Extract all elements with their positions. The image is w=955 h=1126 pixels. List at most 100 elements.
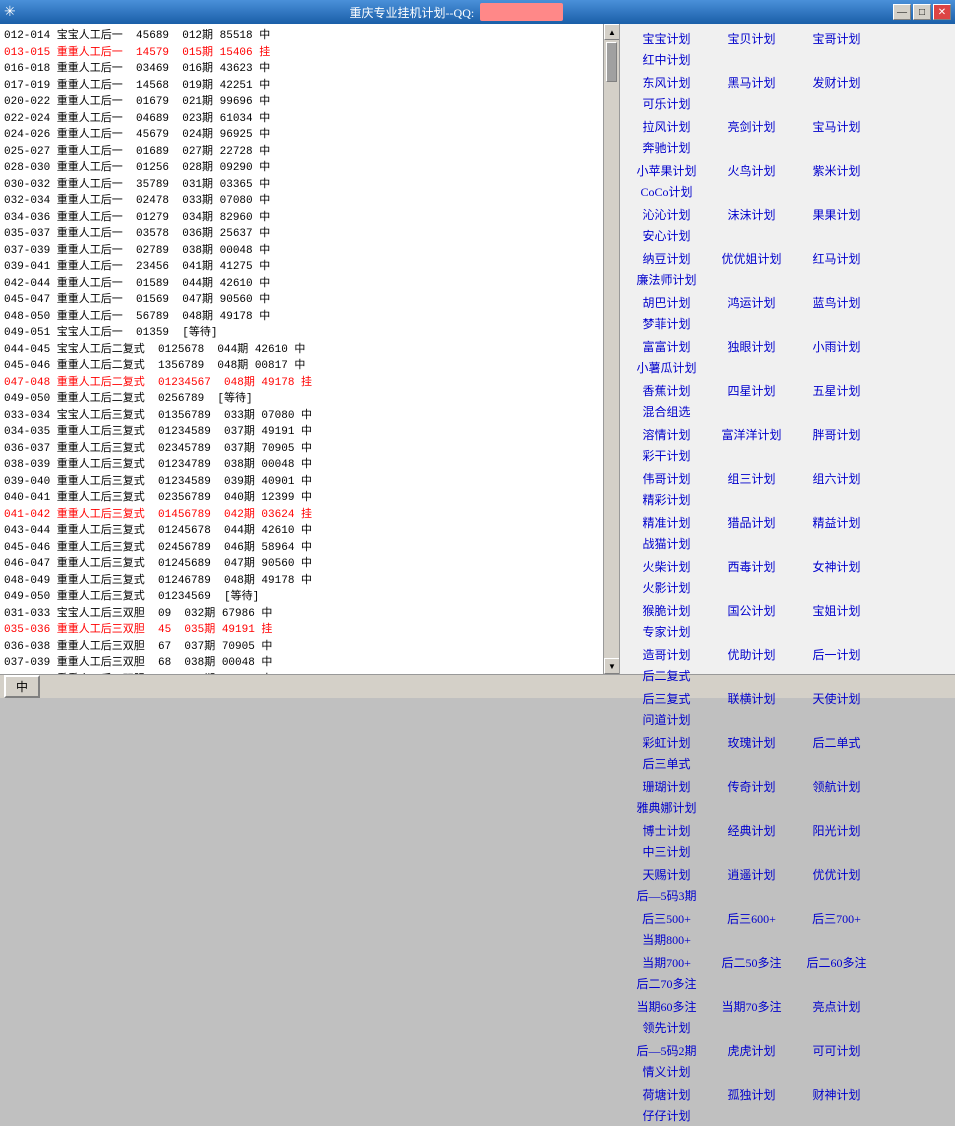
plan-link[interactable]: 富富计划 [624, 336, 709, 357]
plan-link[interactable]: 后三复式 [624, 688, 709, 709]
plan-link[interactable]: 组三计划 [709, 468, 794, 489]
close-button[interactable]: ✕ [933, 4, 951, 20]
plan-link[interactable]: 拉风计划 [624, 116, 709, 137]
plan-link[interactable]: 西毒计划 [709, 556, 794, 577]
plan-link[interactable]: 小雨计划 [794, 336, 879, 357]
plan-link[interactable]: 东风计划 [624, 72, 709, 93]
plan-link[interactable]: 红马计划 [794, 248, 879, 269]
plan-link[interactable]: 阳光计划 [794, 820, 879, 841]
scroll-content[interactable]: 012-014 宝宝人工后一 45689 012期 85518 中013-015… [0, 24, 603, 674]
plan-link[interactable]: 当期60多注 [624, 996, 709, 1017]
plan-link[interactable]: 后—5码2期 [624, 1040, 709, 1061]
plan-link[interactable]: 后二70多注 [624, 973, 709, 994]
plan-link[interactable]: 富洋洋计划 [709, 424, 794, 445]
plan-link[interactable]: 虎虎计划 [709, 1040, 794, 1061]
plan-link[interactable]: 沫沫计划 [709, 204, 794, 225]
plan-link[interactable]: 问道计划 [624, 709, 709, 730]
plan-link[interactable]: 优优姐计划 [709, 248, 794, 269]
plan-link[interactable]: 五星计划 [794, 380, 879, 401]
plan-link[interactable]: 纳豆计划 [624, 248, 709, 269]
plan-link[interactable]: 后—5码3期 [624, 885, 709, 906]
plan-link[interactable]: 优助计划 [709, 644, 794, 665]
plan-link[interactable]: 优优计划 [794, 864, 879, 885]
plan-link[interactable]: 紫米计划 [794, 160, 879, 181]
plan-link[interactable]: 宝马计划 [794, 116, 879, 137]
scrollbar-thumb[interactable] [606, 42, 617, 82]
plan-link[interactable]: 黑马计划 [709, 72, 794, 93]
plan-link[interactable]: 宝姐计划 [794, 600, 879, 621]
plan-link[interactable]: 专家计划 [624, 621, 709, 642]
plan-link[interactable]: 逍遥计划 [709, 864, 794, 885]
plan-link[interactable]: 猎品计划 [709, 512, 794, 533]
plan-link[interactable]: 领航计划 [794, 776, 879, 797]
plan-link[interactable]: 后三600+ [709, 908, 794, 929]
plan-link[interactable]: 后一计划 [794, 644, 879, 665]
plan-link[interactable]: 玫瑰计划 [709, 732, 794, 753]
maximize-button[interactable]: □ [913, 4, 931, 20]
plan-link[interactable]: 廉法师计划 [624, 269, 709, 290]
plan-link[interactable]: 宝宝计划 [624, 28, 709, 49]
plan-link[interactable]: 后二50多注 [709, 952, 794, 973]
plan-link[interactable]: 后二60多注 [794, 952, 879, 973]
plan-link[interactable]: 经典计划 [709, 820, 794, 841]
plan-link[interactable]: 精彩计划 [624, 489, 709, 510]
plan-link[interactable]: 猴脆计划 [624, 600, 709, 621]
plan-link[interactable]: 亮剑计划 [709, 116, 794, 137]
plan-link[interactable]: 当期800+ [624, 929, 709, 950]
plan-link[interactable]: 果果计划 [794, 204, 879, 225]
plan-link[interactable]: 奔驰计划 [624, 137, 709, 158]
plan-link[interactable]: 彩虹计划 [624, 732, 709, 753]
plan-link[interactable]: 珊瑚计划 [624, 776, 709, 797]
plan-link[interactable]: 伟哥计划 [624, 468, 709, 489]
plan-link[interactable]: 联横计划 [709, 688, 794, 709]
plan-link[interactable]: 小苹果计划 [624, 160, 709, 181]
plan-link[interactable]: 梦菲计划 [624, 313, 709, 334]
plan-link[interactable]: 女神计划 [794, 556, 879, 577]
plan-link[interactable]: 天赐计划 [624, 864, 709, 885]
plan-link[interactable]: 香蕉计划 [624, 380, 709, 401]
plan-link[interactable]: 情义计划 [624, 1061, 709, 1082]
plan-link[interactable]: 精准计划 [624, 512, 709, 533]
plan-link[interactable]: 后三500+ [624, 908, 709, 929]
plan-link[interactable]: 孤独计划 [709, 1084, 794, 1105]
plan-link[interactable]: 发财计划 [794, 72, 879, 93]
plan-link[interactable]: 财神计划 [794, 1084, 879, 1105]
plan-link[interactable]: 领先计划 [624, 1017, 709, 1038]
plan-link[interactable]: 国公计划 [709, 600, 794, 621]
plan-link[interactable]: 溶情计划 [624, 424, 709, 445]
plan-link[interactable]: 彩干计划 [624, 445, 709, 466]
plan-link[interactable]: 战猫计划 [624, 533, 709, 554]
plan-link[interactable]: 精益计划 [794, 512, 879, 533]
plan-link[interactable]: 火影计划 [624, 577, 709, 598]
plan-link[interactable]: 宝贝计划 [709, 28, 794, 49]
plan-link[interactable]: 传奇计划 [709, 776, 794, 797]
plan-link[interactable]: 可可计划 [794, 1040, 879, 1061]
plan-link[interactable]: 蓝鸟计划 [794, 292, 879, 313]
plan-link[interactable]: 沁沁计划 [624, 204, 709, 225]
plan-link[interactable]: 亮点计划 [794, 996, 879, 1017]
plan-link[interactable]: 后三单式 [624, 753, 709, 774]
plan-link[interactable]: 火柴计划 [624, 556, 709, 577]
plan-link[interactable]: 雅典娜计划 [624, 797, 709, 818]
plan-link[interactable]: 鸿运计划 [709, 292, 794, 313]
plan-link[interactable]: 混合组选 [624, 401, 709, 422]
plan-link[interactable]: 后三700+ [794, 908, 879, 929]
plan-link[interactable]: 胡巴计划 [624, 292, 709, 313]
plan-link[interactable]: 博士计划 [624, 820, 709, 841]
plan-link[interactable]: 四星计划 [709, 380, 794, 401]
plan-link[interactable]: 小薯瓜计划 [624, 357, 709, 378]
minimize-button[interactable]: — [893, 4, 911, 20]
plan-link[interactable]: 荷塘计划 [624, 1084, 709, 1105]
plan-link[interactable]: 当期700+ [624, 952, 709, 973]
plan-link[interactable]: 组六计划 [794, 468, 879, 489]
plan-link[interactable]: 天使计划 [794, 688, 879, 709]
plan-link[interactable]: 安心计划 [624, 225, 709, 246]
plan-link[interactable]: 当期70多注 [709, 996, 794, 1017]
plan-link[interactable]: 火鸟计划 [709, 160, 794, 181]
status-button[interactable]: 中 [4, 675, 40, 698]
plan-link[interactable]: 胖哥计划 [794, 424, 879, 445]
plan-link[interactable]: 红中计划 [624, 49, 709, 70]
plan-link[interactable]: 独眼计划 [709, 336, 794, 357]
scroll-up-button[interactable]: ▲ [604, 24, 620, 40]
scroll-down-button[interactable]: ▼ [604, 658, 620, 674]
